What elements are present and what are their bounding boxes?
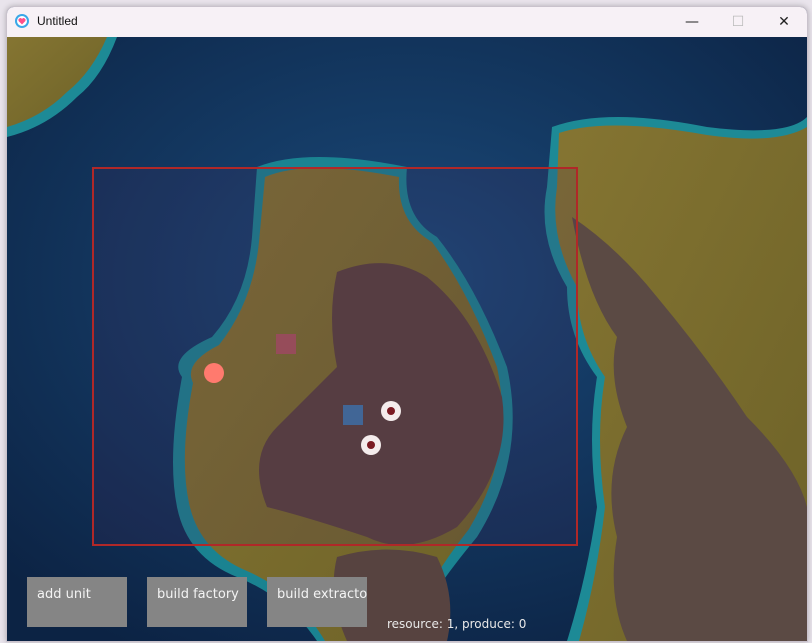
player-unit[interactable]	[204, 363, 224, 383]
title-bar[interactable]: Untitled — ☐ ✕	[7, 7, 807, 37]
selection-rectangle	[92, 167, 578, 546]
resource-status: resource: 1, produce: 0	[387, 617, 527, 631]
build-factory-button[interactable]: build factory	[147, 577, 247, 627]
add-unit-button[interactable]: add unit	[27, 577, 127, 627]
minimize-button[interactable]: —	[669, 7, 715, 37]
maximize-icon: ☐	[731, 14, 745, 30]
app-window: Untitled — ☐ ✕ add unit build factory bu…	[6, 6, 808, 642]
window-title: Untitled	[37, 14, 78, 28]
close-icon: ✕	[778, 14, 790, 30]
enemy-unit-core	[387, 407, 395, 415]
enemy-unit[interactable]	[361, 435, 381, 455]
close-button[interactable]: ✕	[761, 7, 807, 37]
extractor-building[interactable]	[343, 405, 363, 425]
enemy-unit-core	[367, 441, 375, 449]
game-map[interactable]: add unit build factory build extractor r…	[7, 37, 807, 641]
app-heart-icon	[15, 14, 29, 28]
minimize-icon: —	[685, 14, 699, 30]
factory-building[interactable]	[276, 334, 296, 354]
build-extractor-button[interactable]: build extractor	[267, 577, 367, 627]
enemy-unit[interactable]	[381, 401, 401, 421]
maximize-button[interactable]: ☐	[715, 7, 761, 37]
